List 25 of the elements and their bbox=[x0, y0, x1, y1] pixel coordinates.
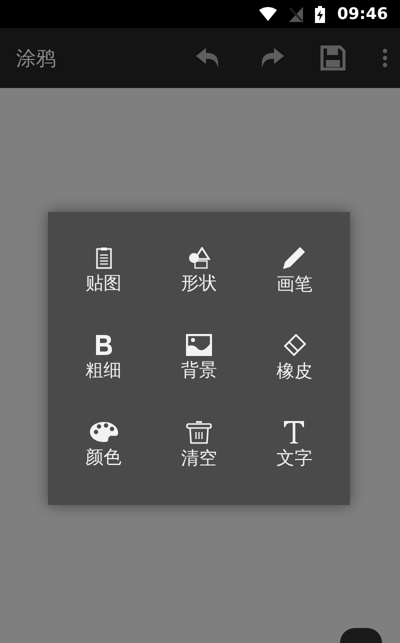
wifi-icon bbox=[259, 7, 278, 21]
bold-icon bbox=[94, 334, 113, 356]
no-signal-icon bbox=[289, 6, 304, 22]
clock-time: 09:46 bbox=[337, 3, 388, 25]
battery-charging-icon bbox=[315, 6, 326, 22]
tool-button[interactable]: 形状 bbox=[180, 273, 217, 296]
save-icon[interactable] bbox=[320, 45, 346, 71]
more-options-icon[interactable] bbox=[382, 48, 388, 68]
tool-button[interactable]: 颜色 bbox=[86, 447, 122, 470]
eraser-icon bbox=[281, 333, 308, 358]
tool-button[interactable]: 粗细 bbox=[86, 360, 122, 383]
letter-t-icon bbox=[283, 420, 306, 444]
tool-button[interactable]: 文字 bbox=[276, 448, 312, 471]
palette-icon bbox=[88, 421, 119, 444]
image-icon bbox=[186, 334, 212, 356]
screen-title: 涂鸦 bbox=[16, 45, 57, 72]
tool-button[interactable]: 清空 bbox=[180, 448, 217, 471]
trash-icon bbox=[186, 420, 212, 444]
clipboard-icon bbox=[96, 247, 112, 270]
tool-button[interactable]: 橡皮 bbox=[276, 361, 312, 384]
tool-button[interactable]: 贴图 bbox=[86, 273, 122, 296]
tool-button[interactable]: 背景 bbox=[180, 360, 217, 383]
pencil-icon bbox=[282, 246, 306, 270]
tool-button[interactable]: 画笔 bbox=[276, 274, 312, 297]
shapes-icon bbox=[186, 247, 211, 270]
